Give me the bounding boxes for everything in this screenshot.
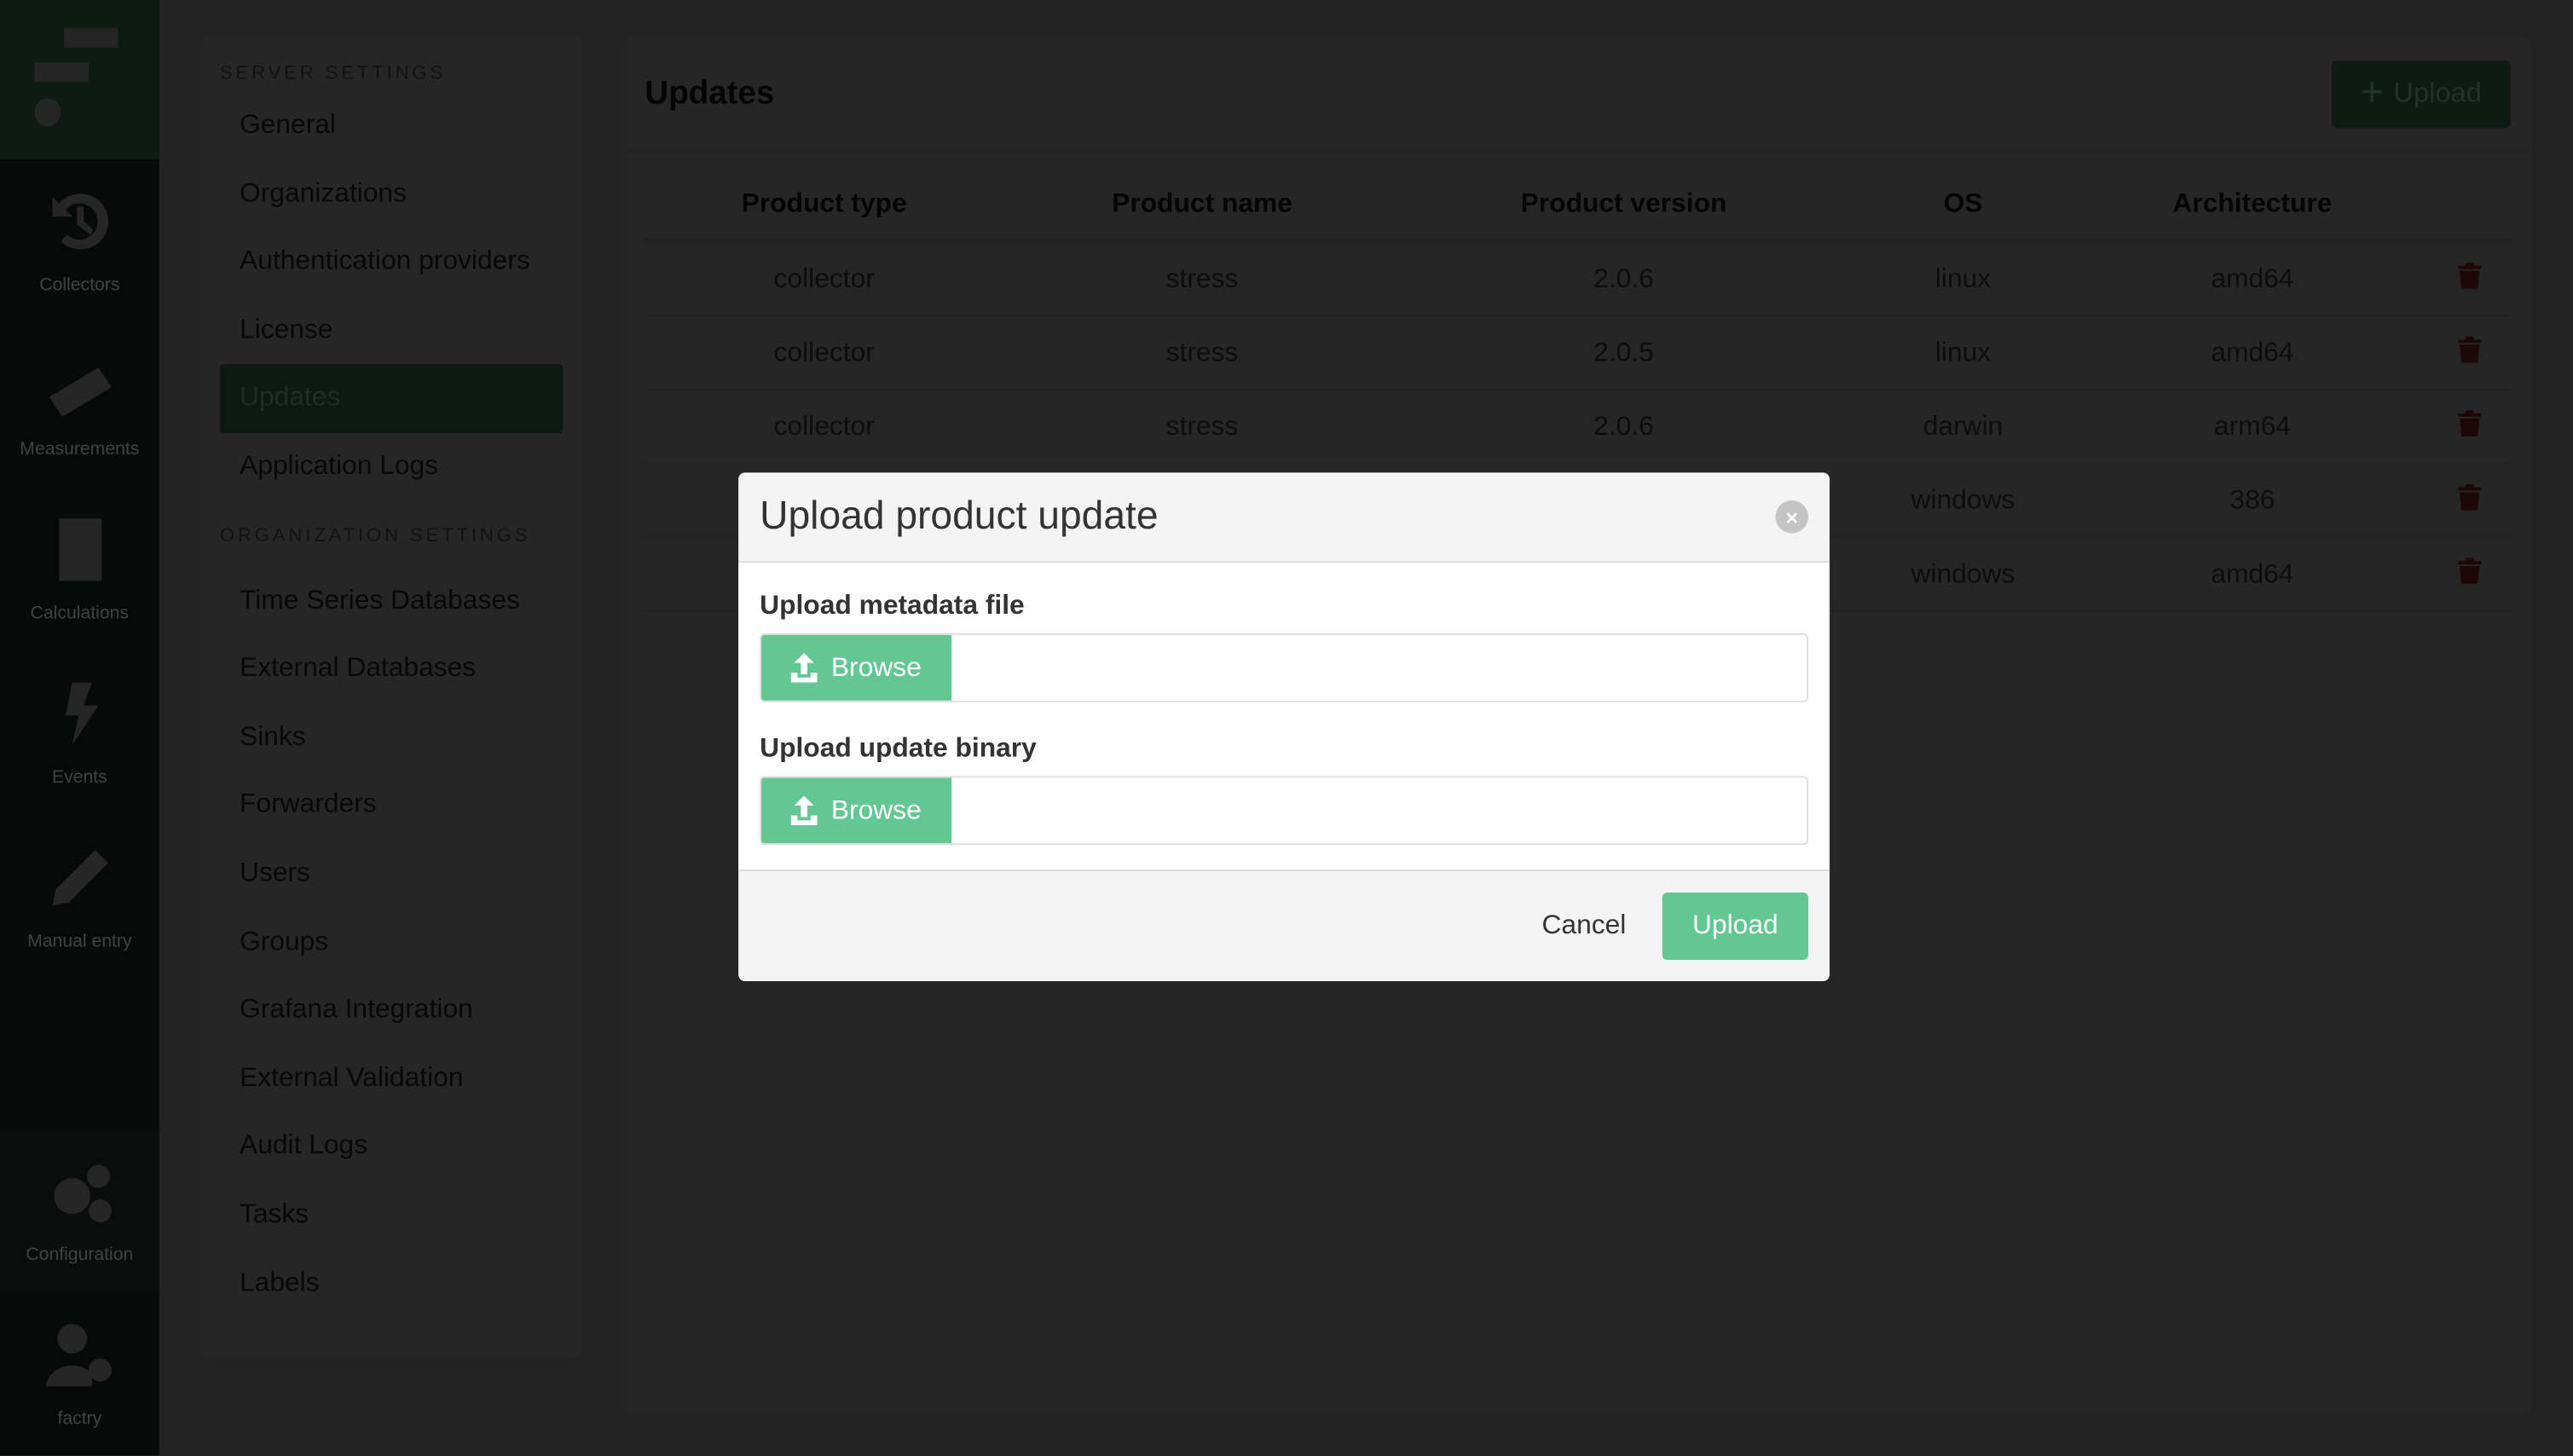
table-cell: collector [643, 240, 1005, 317]
settings-item-tasks[interactable]: Tasks [220, 1182, 563, 1250]
cancel-button[interactable]: Cancel [1522, 910, 1645, 942]
history-icon [51, 194, 108, 250]
calculator-icon [58, 518, 101, 581]
settings-item-labels[interactable]: Labels [220, 1250, 563, 1318]
binary-browse-button[interactable]: Browse [761, 777, 952, 844]
table-cell: linux [1847, 240, 2079, 317]
nav-item-factry[interactable]: factry [0, 1293, 159, 1456]
settings-item-external-databases[interactable]: External Databases [220, 635, 563, 703]
metadata-file-input[interactable] [951, 634, 1807, 701]
table-row: collector stress 2.0.6 linux amd64 [643, 240, 2512, 317]
table-cell: arm64 [2078, 390, 2427, 465]
table-cell: 2.0.6 [1399, 390, 1848, 465]
nav-item-label: Calculations [30, 604, 129, 624]
trash-icon[interactable] [2458, 335, 2482, 362]
org-settings-heading: ORGANIZATION SETTINGS [219, 525, 531, 546]
page-title: Updates [645, 74, 775, 111]
table-cell: collector [643, 315, 1005, 391]
upload-modal: Upload product update × Upload metadata … [738, 472, 1830, 981]
settings-item-license[interactable]: License [220, 297, 563, 365]
binary-file-field[interactable]: Browse [760, 776, 1809, 846]
nav-item-manual-entry[interactable]: Manual entry [0, 816, 159, 979]
binary-file-input[interactable] [951, 777, 1807, 844]
pencil-icon [51, 849, 108, 906]
settings-item-users[interactable]: Users [220, 840, 563, 908]
plus-icon: + [2360, 70, 2384, 115]
nav-item-configuration[interactable]: Configuration [0, 1129, 159, 1293]
nav-item-events[interactable]: Events [0, 651, 159, 815]
nav-item-label: Measurements [20, 439, 140, 459]
settings-item-updates[interactable]: Updates [219, 365, 564, 434]
nav-item-calculations[interactable]: Calculations [0, 488, 159, 651]
settings-item-organizations[interactable]: Organizations [220, 160, 563, 228]
upload-button[interactable]: + Upload [2331, 60, 2511, 128]
metadata-browse-button[interactable]: Browse [761, 634, 952, 701]
trash-icon[interactable] [2458, 409, 2482, 436]
settings-item-groups[interactable]: Groups [220, 908, 563, 976]
column-header[interactable]: Product name [1004, 169, 1400, 243]
table-cell: amd64 [2078, 315, 2427, 391]
bolt-icon [65, 682, 98, 745]
table-row: collector stress 2.0.5 linux amd64 [643, 315, 2512, 391]
trash-icon[interactable] [2458, 261, 2482, 288]
server-settings-heading: SERVER SETTINGS [219, 64, 447, 84]
metadata-file-field[interactable]: Browse [760, 633, 1809, 702]
table-cell: amd64 [2078, 240, 2427, 317]
nav-item-label: Manual entry [27, 932, 132, 952]
main-nav: Collectors Measurements Calculations Events… [0, 0, 159, 1456]
settings-item-authentication-providers[interactable]: Authentication providers [220, 228, 563, 297]
column-header[interactable]: Product version [1399, 169, 1848, 243]
table-cell: 386 [2078, 463, 2427, 539]
trash-icon[interactable] [2458, 557, 2482, 584]
table-cell: windows [1847, 463, 2079, 539]
column-header[interactable]: Architecture [2078, 169, 2427, 243]
settings-item-application-logs[interactable]: Application Logs [220, 433, 563, 501]
table-cell: linux [1847, 315, 2079, 391]
app: Collectors Measurements Calculations Events… [0, 0, 2573, 1456]
column-header[interactable]: OS [1847, 169, 2079, 243]
table-cell: collector [643, 390, 1005, 465]
user-gear-icon [44, 1324, 111, 1387]
table-cell: 2.0.5 [1399, 315, 1848, 391]
table-row: collector stress 2.0.6 darwin arm64 [643, 390, 2512, 465]
modal-title: Upload product update [760, 494, 1159, 539]
table-cell: stress [1004, 315, 1400, 391]
upload-icon [791, 795, 818, 826]
table-cell: amd64 [2078, 537, 2427, 612]
nav-item-label: Configuration [26, 1245, 134, 1265]
trash-icon[interactable] [2458, 482, 2482, 510]
table-cell: stress [1004, 390, 1400, 465]
modal-upload-button[interactable]: Upload [1662, 893, 1809, 960]
settings-item-time-series-databases[interactable]: Time Series Databases [220, 567, 563, 635]
nav-item-collectors[interactable]: Collectors [0, 159, 159, 323]
close-icon[interactable]: × [1775, 500, 1809, 534]
table-cell: stress [1004, 240, 1400, 317]
nav-item-label: Collectors [39, 275, 120, 296]
column-header[interactable]: Product type [643, 169, 1005, 243]
ruler-icon [48, 367, 111, 417]
settings-item-sinks[interactable]: Sinks [220, 703, 563, 771]
gears-icon [53, 1164, 111, 1222]
table-cell: 2.0.6 [1399, 240, 1848, 317]
settings-item-general[interactable]: General [220, 92, 563, 160]
binary-label: Upload update binary [760, 733, 1037, 763]
table-cell: windows [1847, 537, 2079, 612]
metadata-label: Upload metadata file [760, 590, 1025, 621]
settings-menu: SERVER SETTINGS General Organizations Auth… [199, 38, 583, 1359]
table-cell: darwin [1847, 390, 2079, 465]
nav-item-measurements[interactable]: Measurements [0, 323, 159, 487]
settings-item-grafana-integration[interactable]: Grafana Integration [220, 976, 563, 1044]
settings-item-forwarders[interactable]: Forwarders [220, 771, 563, 840]
settings-item-external-validation[interactable]: External Validation [220, 1044, 563, 1112]
upload-icon [791, 653, 818, 683]
nav-item-label: factry [57, 1409, 102, 1430]
nav-item-label: Events [51, 767, 107, 788]
settings-item-audit-logs[interactable]: Audit Logs [220, 1113, 563, 1182]
logo[interactable] [0, 0, 159, 159]
